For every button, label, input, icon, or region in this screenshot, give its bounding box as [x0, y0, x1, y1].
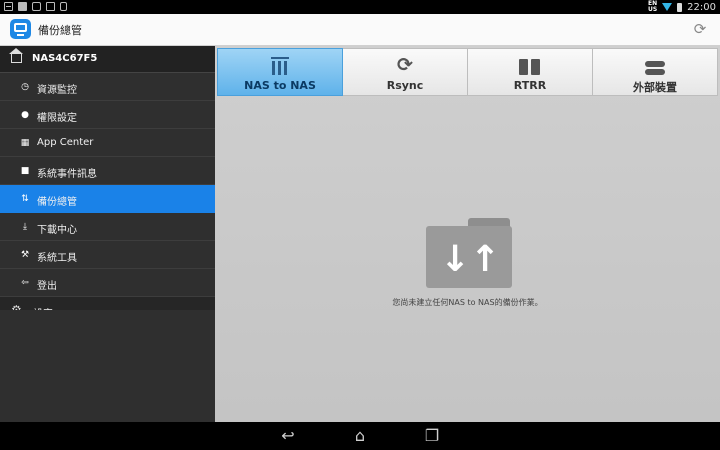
notification-icon — [18, 2, 27, 11]
download-icon: ⤓ — [23, 222, 27, 232]
tab-label: RTRR — [513, 79, 547, 92]
navigation-bar: ↩ ⌂ ❐ — [0, 422, 720, 450]
sync-icon: ⟳ — [397, 54, 413, 76]
sidebar: NAS4C67F5 ◷ 資源監控 ● 權限設定 ▦ App Center ■ 系… — [0, 46, 215, 422]
sidebar-item-label: 資源監控 — [37, 85, 77, 96]
tab-rsync[interactable]: ⟳ Rsync — [343, 48, 468, 96]
sidebar-empty-area — [0, 310, 215, 422]
status-right: EN US 22:00 — [648, 1, 716, 13]
user-icon: ● — [21, 110, 29, 120]
language-badge: EN US — [647, 0, 658, 13]
backup-icon: ⇅ — [21, 194, 29, 204]
home-nav-icon[interactable]: ⌂ — [348, 426, 372, 446]
tab-rtrr[interactable]: RTRR — [468, 48, 593, 96]
refresh-icon[interactable]: ⟳ — [692, 21, 708, 37]
device-header[interactable]: NAS4C67F5 — [0, 46, 215, 73]
grid-icon: ▦ — [20, 138, 30, 148]
external-drive-icon — [645, 55, 665, 75]
sidebar-item-label: 下載中心 — [37, 225, 77, 236]
sidebar-item-backup-manager[interactable]: ⇅ 備份總管 — [0, 185, 215, 213]
sidebar-item-label: 系統工具 — [37, 253, 77, 264]
tab-label: NAS to NAS — [244, 79, 316, 92]
app-logo-icon[interactable] — [10, 19, 31, 39]
sidebar-item-label: 系統事件訊息 — [37, 169, 97, 180]
home-icon — [9, 48, 23, 63]
clock: 22:00 — [687, 1, 716, 13]
nas-icon — [271, 55, 289, 75]
tab-external-device[interactable]: 外部裝置 — [593, 48, 718, 96]
back-icon[interactable]: ↩ — [276, 426, 300, 446]
sidebar-item-resource-monitor[interactable]: ◷ 資源監控 — [0, 73, 215, 101]
logout-icon: ⇦ — [21, 278, 29, 288]
alert-icon: ■ — [20, 166, 30, 176]
tab-bar: NAS to NAS ⟳ Rsync RTRR 外部裝置 — [217, 48, 718, 96]
empty-state-message: 您尚未建立任何NAS to NAS的備份作業。 — [392, 298, 543, 307]
tab-nas-to-nas[interactable]: NAS to NAS — [217, 48, 343, 96]
sidebar-item-label: 登出 — [37, 281, 57, 292]
main-content: NAS to NAS ⟳ Rsync RTRR 外部裝置 ↓ ↑ 您尚未建立任何… — [215, 46, 720, 422]
sidebar-item-label: 權限設定 — [37, 113, 77, 124]
battery-icon — [677, 2, 683, 12]
tab-label: Rsync — [386, 79, 424, 92]
sidebar-item-label: App Center — [37, 137, 94, 148]
sidebar-item-download-center[interactable]: ⤓ 下載中心 — [0, 213, 215, 241]
app-bar: 備份總管 ⟳ — [0, 14, 720, 46]
device-name: NAS4C67F5 — [32, 53, 98, 64]
sidebar-item-system-tools[interactable]: ⚒ 系統工具 — [0, 241, 215, 269]
clock-icon: ◷ — [21, 82, 29, 92]
wifi-icon — [662, 3, 673, 11]
gallery-icon — [4, 2, 13, 11]
rtrr-icon — [519, 55, 541, 75]
page-title: 備份總管 — [38, 24, 82, 37]
sidebar-item-label: 備份總管 — [37, 197, 77, 208]
mail-icon — [32, 2, 41, 11]
tab-label: 外部裝置 — [633, 81, 677, 94]
sidebar-item-app-center[interactable]: ▦ App Center — [0, 129, 215, 157]
sidebar-item-logout[interactable]: ⇦ 登出 — [0, 269, 215, 297]
status-bar: EN US 22:00 — [0, 0, 720, 14]
image-icon — [46, 2, 55, 11]
backup-folder-icon: ↓ ↑ — [426, 218, 512, 288]
notification-icons — [4, 2, 67, 11]
device-icon — [60, 2, 67, 11]
sidebar-item-system-events[interactable]: ■ 系統事件訊息 — [0, 157, 215, 185]
wrench-icon: ⚒ — [20, 250, 30, 260]
sidebar-item-permissions[interactable]: ● 權限設定 — [0, 101, 215, 129]
recent-apps-icon[interactable]: ❐ — [420, 426, 444, 446]
